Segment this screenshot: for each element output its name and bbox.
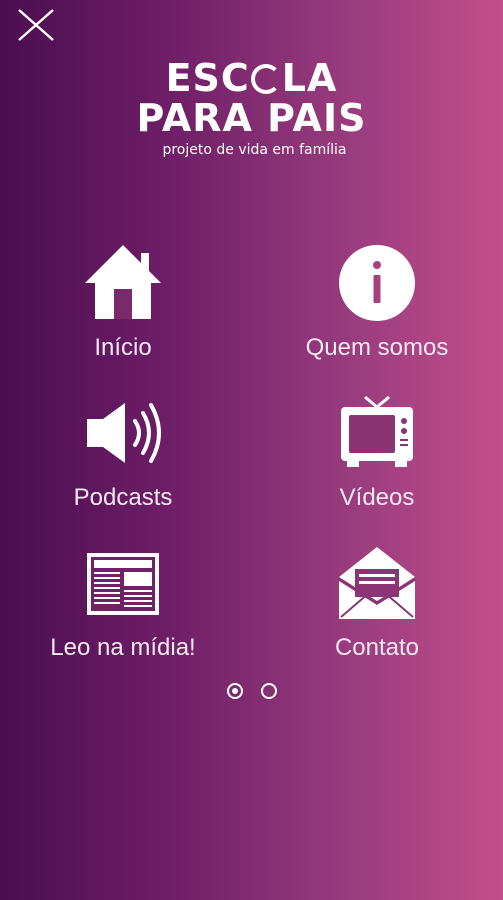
page-indicator (0, 683, 503, 699)
page-dot-1[interactable] (226, 683, 243, 699)
home-icon (85, 245, 161, 319)
menu-label-quem-somos: Quem somos (305, 334, 449, 361)
menu-item-inicio[interactable]: Início (23, 243, 223, 363)
menu-label-leo-na-midia: Leo na mídia! (50, 634, 196, 661)
tv-icon (341, 395, 413, 467)
menu-item-contato[interactable]: Contato (277, 543, 477, 663)
menu-label-contato: Contato (334, 634, 420, 661)
app-logo: ESC LA PARA PAIS projeto de vida em famíl… (0, 58, 503, 159)
menu-label-videos: Vídeos (339, 484, 415, 511)
info-icon (339, 245, 415, 321)
logo-title-line2: PARA PAIS (136, 96, 367, 140)
logo-title-line1: ESC LA (165, 56, 338, 100)
menu-item-videos[interactable]: Vídeos (277, 393, 477, 513)
mail-icon (339, 547, 415, 619)
page-dot-2[interactable] (260, 683, 277, 699)
logo-ring-icon (250, 64, 281, 94)
menu-item-leo-na-midia[interactable]: Leo na mídia! (23, 543, 223, 663)
menu-label-inicio: Início (94, 334, 152, 361)
speaker-icon (87, 403, 161, 463)
close-icon[interactable] (16, 8, 56, 42)
menu-item-quem-somos[interactable]: Quem somos (277, 243, 477, 363)
logo-subtitle: projeto de vida em família (162, 142, 347, 158)
newspaper-icon (87, 553, 159, 615)
menu-item-podcasts[interactable]: Podcasts (23, 393, 223, 513)
menu-label-podcasts: Podcasts (73, 484, 173, 511)
